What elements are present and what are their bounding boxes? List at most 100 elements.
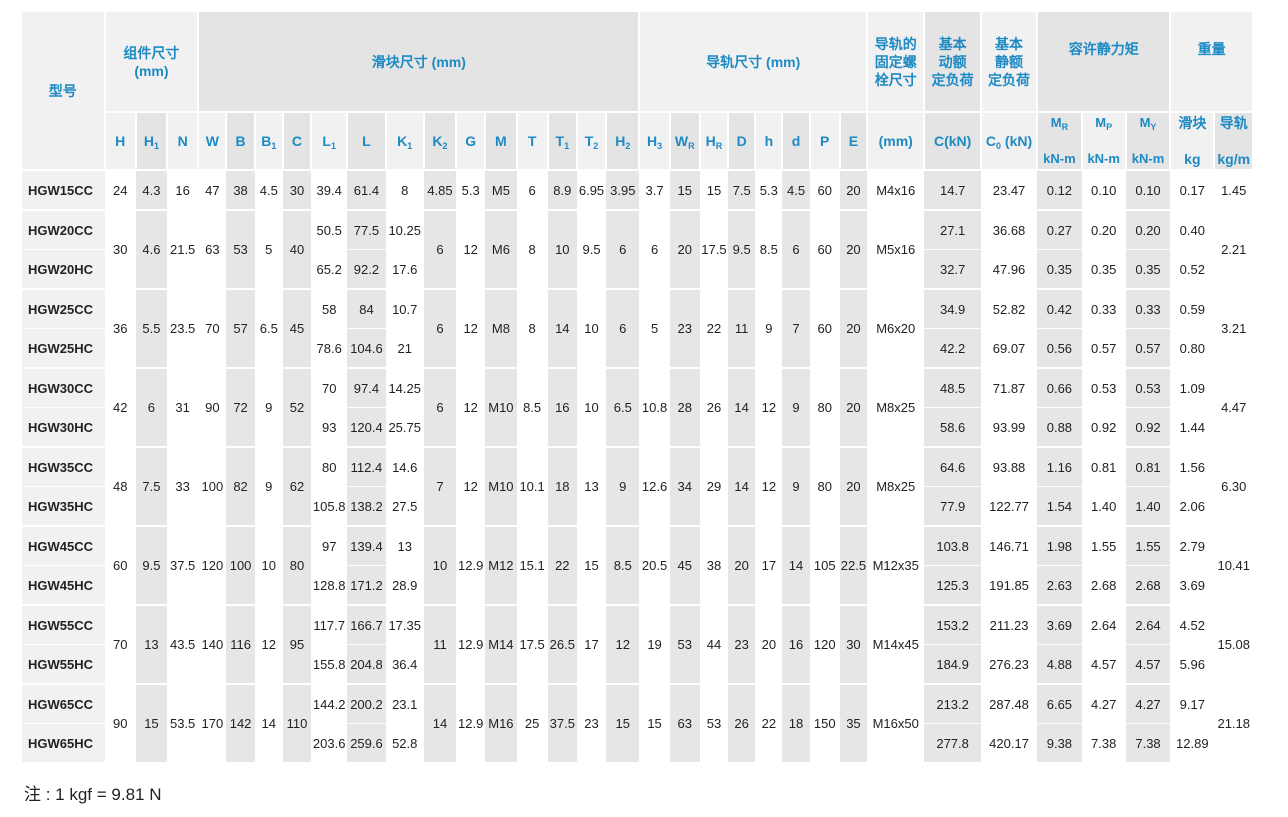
- cell-kg: 5.96: [1170, 644, 1215, 685]
- cell-c0: 47.96: [980, 249, 1038, 290]
- cell-kg: 9.17: [1170, 683, 1215, 724]
- cell-d: 7: [782, 288, 810, 369]
- cell-c0: 93.99: [980, 407, 1038, 448]
- cell-c0: 276.23: [980, 644, 1038, 685]
- cell-c0: 93.88: [980, 446, 1038, 487]
- cell-c: 80: [282, 525, 312, 606]
- cell-e: 20: [839, 446, 868, 527]
- cell-h1: 13: [135, 604, 168, 685]
- cell-k2: 14: [423, 683, 457, 763]
- cell-k1: 14.6: [385, 446, 424, 487]
- col-header-t: T: [516, 112, 549, 171]
- cell-mr: 0.12: [1037, 169, 1082, 211]
- cell-bolt: M12x35: [867, 525, 925, 606]
- table-row: HGW25CC 36 5.5 23.5 70 57 6.5 45 58 84 10.7 6 12 M8 8 1…: [22, 288, 1253, 369]
- cell-mr: 1.54: [1037, 486, 1082, 527]
- cell-my: 1.55: [1125, 525, 1171, 566]
- cell-w: 90: [198, 367, 227, 448]
- cell-t1: 26.5: [547, 604, 577, 685]
- cell-ck: 277.8: [924, 723, 981, 763]
- model-cell: HGW30CC: [22, 367, 105, 408]
- cell-l1: 50.5: [311, 209, 348, 250]
- model-cell: HGW45CC: [22, 525, 105, 566]
- cell-p: 60: [809, 169, 840, 211]
- cell-k1: 52.8: [385, 723, 424, 763]
- cell-mp: 0.33: [1081, 288, 1126, 329]
- cell-c0: 420.17: [980, 723, 1038, 763]
- cell-hr: 38: [699, 525, 729, 606]
- cell-bolt: M6x20: [867, 288, 925, 369]
- cell-rail-kgm: 1.45: [1214, 169, 1253, 211]
- cell-p: 105: [809, 525, 840, 606]
- col-header-l: L: [347, 112, 387, 171]
- cell-mp: 1.55: [1081, 525, 1126, 566]
- col-header-k2: K2: [423, 112, 458, 171]
- cell-w: 170: [198, 683, 227, 763]
- model-cell: HGW15CC: [22, 169, 105, 211]
- cell-w: 120: [198, 525, 227, 606]
- cell-mp: 4.57: [1081, 644, 1126, 685]
- cell-m: M14: [485, 604, 517, 685]
- cell-p: 60: [809, 288, 840, 369]
- cell-h: 12: [755, 446, 783, 527]
- cell-k1: 13: [385, 525, 424, 566]
- cell-h2: 15: [606, 683, 640, 763]
- cell-h3: 3.7: [639, 169, 670, 211]
- cell-k1: 14.25: [385, 367, 424, 408]
- cell-t: 8: [516, 288, 548, 369]
- cell-rail-kgm: 6.30: [1214, 446, 1253, 527]
- header-moment: 容许静力矩: [1037, 12, 1172, 113]
- cell-n: 31: [167, 367, 199, 448]
- cell-b1: 12: [254, 604, 283, 685]
- cell-mp: 0.57: [1081, 328, 1126, 369]
- cell-wr: 45: [669, 525, 700, 606]
- cell-k1: 10.7: [385, 288, 424, 329]
- col-header-hr: HR: [699, 112, 730, 171]
- cell-l1: 70: [311, 367, 348, 408]
- cell-c0: 146.71: [980, 525, 1038, 566]
- cell-my: 0.81: [1125, 446, 1171, 487]
- cell-e: 35: [839, 683, 868, 763]
- cell-bolt: M14x45: [867, 604, 925, 685]
- cell-c0: 23.47: [980, 169, 1038, 211]
- cell-k1: 28.9: [385, 565, 424, 606]
- cell-wr: 15: [669, 169, 700, 211]
- cell-c: 52: [282, 367, 312, 448]
- cell-d: 9.5: [728, 209, 756, 290]
- cell-c: 40: [282, 209, 312, 290]
- col-header-n: N: [167, 112, 200, 171]
- cell-b: 38: [226, 169, 255, 211]
- cell-k1: 23.1: [385, 683, 424, 724]
- cell-kg: 1.56: [1170, 446, 1215, 487]
- cell-k2: 7: [423, 446, 457, 527]
- cell-h3: 19: [639, 604, 670, 685]
- cell-l1: 203.6: [311, 723, 348, 763]
- cell-h1: 4.6: [135, 209, 168, 290]
- col-header-my: MY kN-m: [1125, 112, 1172, 171]
- cell-c0: 71.87: [980, 367, 1038, 408]
- cell-ck: 14.7: [924, 169, 981, 211]
- cell-p: 80: [809, 367, 840, 448]
- cell-l: 166.7: [347, 604, 386, 645]
- col-header-rail-weight: 导轨 kg/m: [1214, 112, 1254, 171]
- cell-h3: 5: [639, 288, 670, 369]
- cell-ck: 184.9: [924, 644, 981, 685]
- col-header-h: h: [755, 112, 784, 171]
- cell-p: 120: [809, 604, 840, 685]
- cell-mr: 1.98: [1037, 525, 1082, 566]
- col-header-p: P: [809, 112, 841, 171]
- cell-l: 171.2: [347, 565, 386, 606]
- cell-k2: 4.85: [423, 169, 457, 211]
- cell-c: 45: [282, 288, 312, 369]
- cell-e: 20: [839, 288, 868, 369]
- cell-d: 23: [728, 604, 756, 685]
- model-cell: HGW25HC: [22, 328, 105, 369]
- cell-mp: 4.27: [1081, 683, 1126, 724]
- col-header-h: H: [104, 112, 137, 171]
- cell-c0: 36.68: [980, 209, 1038, 250]
- cell-l1: 97: [311, 525, 348, 566]
- cell-t2: 23: [576, 683, 607, 763]
- header-model: 型号: [22, 12, 106, 171]
- cell-w: 70: [198, 288, 227, 369]
- cell-d: 9: [782, 367, 810, 448]
